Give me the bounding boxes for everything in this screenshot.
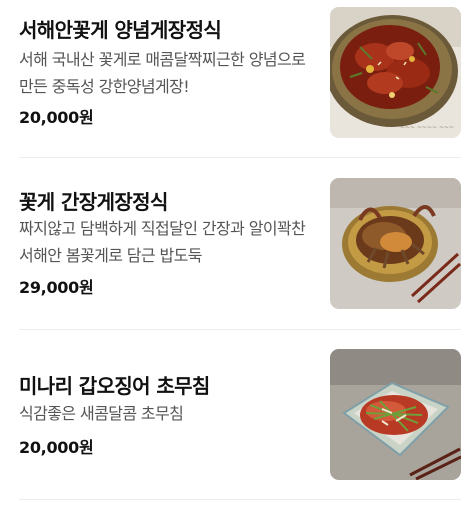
menu-item-title: 꽃게 간장게장정식 (19, 190, 168, 214)
menu-item-title: 서해안꽃게 양념게장정식 (19, 18, 222, 42)
spicy-crab-dish-photo[interactable]: ~~~ ~~~~ ~~~ (330, 7, 461, 138)
menu-list: 서해안꽃게 양념게장정식 서해 국내산 꽃게로 매콤달짝찌근한 양념으로 만든 … (0, 0, 466, 501)
menu-divider (19, 499, 461, 500)
menu-item-cuttlefish-salad[interactable]: 미나리 갑오징어 초무침 식감좋은 새콤달콤 초무침 20,000원 (0, 340, 466, 510)
cuttlefish-salad-dish-photo[interactable] (330, 349, 461, 480)
menu-divider (19, 157, 461, 158)
menu-item-title: 미나리 갑오징어 초무침 (19, 374, 210, 398)
menu-item-description: 식감좋은 새콤달콤 초무침 (19, 404, 184, 423)
menu-divider (19, 329, 461, 330)
menu-item-spicy-crab[interactable]: 서해안꽃게 양념게장정식 서해 국내산 꽃게로 매콤달짝찌근한 양념으로 만든 … (0, 0, 466, 170)
menu-item-description: 짜지않고 담백하게 직접달인 간장과 알이꽉찬 서해안 봄꽃게로 담근 밥도둑 (19, 219, 306, 265)
menu-item-soy-crab[interactable]: 꽃게 간장게장정식 짜지않고 담백하게 직접달인 간장과 알이꽉찬 서해안 봄꽃… (0, 170, 466, 340)
svg-text:~~~ ~~~~ ~~~: ~~~ ~~~~ ~~~ (400, 124, 454, 131)
menu-item-description: 서해 국내산 꽃게로 매콤달짝찌근한 양념으로 만든 중독성 강한양념게장! (19, 50, 306, 96)
soy-crab-dish-photo[interactable] (330, 178, 461, 309)
menu-item-price: 29,000원 (19, 278, 94, 297)
menu-item-price: 20,000원 (19, 438, 94, 457)
menu-item-price: 20,000원 (19, 108, 94, 127)
